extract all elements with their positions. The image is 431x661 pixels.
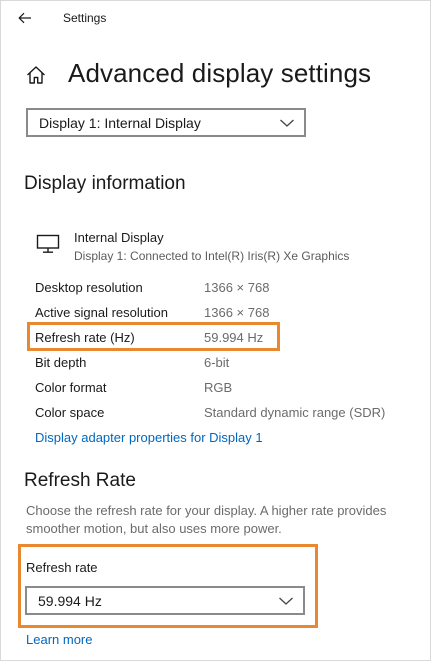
window-title: Settings: [63, 11, 107, 25]
refresh-rate-select[interactable]: 59.994 Hz: [25, 586, 305, 615]
chevron-down-icon: [280, 119, 294, 127]
title-bar: Settings: [1, 1, 430, 35]
info-row-color-format: Color format RGB: [35, 380, 415, 400]
page-title: Advanced display settings: [68, 58, 372, 88]
info-value: 6-bit: [204, 355, 230, 370]
info-label: Refresh rate (Hz): [35, 330, 135, 345]
back-arrow-icon: [18, 12, 31, 24]
info-row-color-space: Color space Standard dynamic range (SDR): [35, 405, 415, 425]
info-value: 59.994 Hz: [204, 330, 264, 345]
info-label: Active signal resolution: [35, 305, 168, 320]
display-adapter-properties-link[interactable]: Display adapter properties for Display 1: [35, 430, 263, 445]
display-select[interactable]: Display 1: Internal Display: [26, 108, 306, 137]
home-icon[interactable]: [25, 64, 47, 86]
info-row-refresh-rate: Refresh rate (Hz) 59.994 Hz: [35, 330, 415, 350]
refresh-rate-description: Choose the refresh rate for your display…: [26, 503, 387, 536]
display-connection: Display 1: Connected to Intel(R) Iris(R)…: [74, 249, 350, 263]
refresh-rate-select-value: 59.994 Hz: [38, 592, 102, 609]
refresh-rate-heading: Refresh Rate: [24, 470, 136, 491]
info-value: RGB: [204, 380, 233, 395]
monitor-icon: [36, 234, 60, 253]
chevron-down-icon: [279, 597, 293, 605]
display-select-value: Display 1: Internal Display: [39, 114, 201, 131]
info-label: Color space: [35, 405, 105, 420]
info-value: 1366 × 768: [204, 280, 270, 295]
info-row-desktop-resolution: Desktop resolution 1366 × 768: [35, 280, 415, 300]
info-label: Bit depth: [35, 355, 87, 370]
info-row-bit-depth: Bit depth 6-bit: [35, 355, 415, 375]
info-value: 1366 × 768: [204, 305, 270, 320]
display-information-heading: Display information: [24, 173, 186, 194]
info-label: Color format: [35, 380, 107, 395]
learn-more-link[interactable]: Learn more: [26, 632, 92, 647]
refresh-rate-label: Refresh rate: [26, 560, 98, 575]
back-button[interactable]: [11, 7, 39, 29]
info-label: Desktop resolution: [35, 280, 143, 295]
info-row-active-signal-resolution: Active signal resolution 1366 × 768: [35, 305, 415, 325]
display-name: Internal Display: [74, 230, 164, 245]
info-value: Standard dynamic range (SDR): [204, 405, 386, 420]
